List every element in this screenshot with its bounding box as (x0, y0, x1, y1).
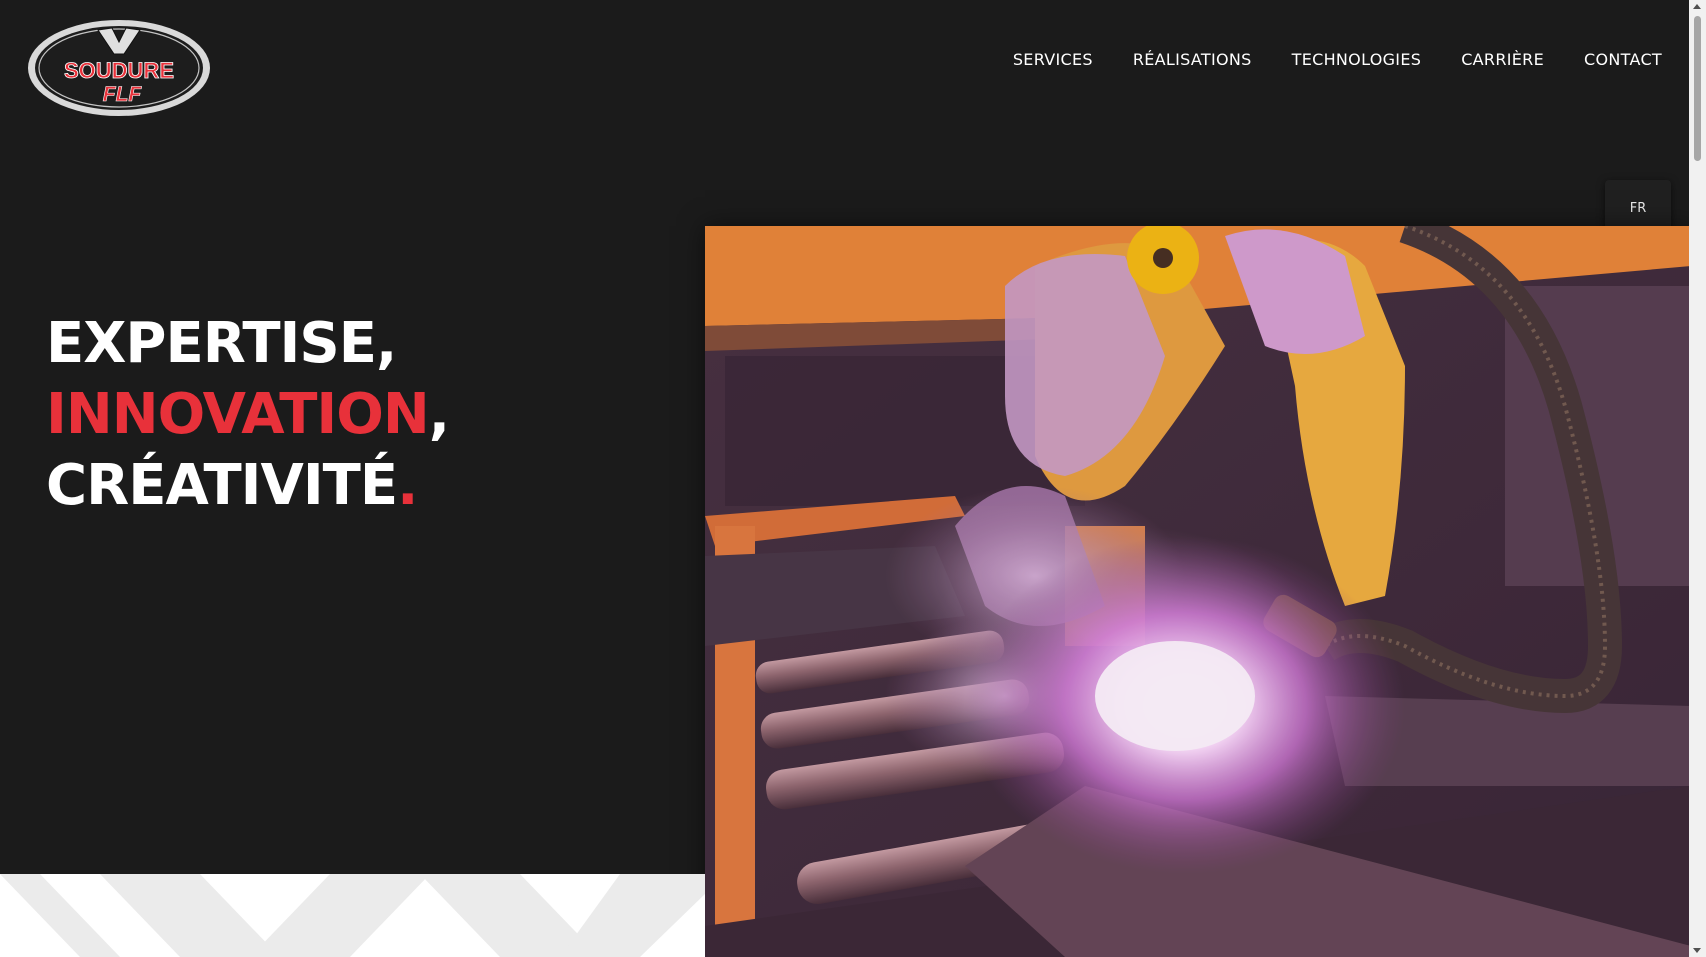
scrollbar-thumb[interactable] (1694, 16, 1701, 161)
language-label: FR (1629, 200, 1647, 216)
headline-word-expertise: EXPERTISE (46, 311, 377, 376)
headline-line-3: CRÉATIVITÉ. (46, 450, 449, 521)
page-scrollbar[interactable] (1689, 0, 1706, 957)
nav-contact[interactable]: CONTACT (1584, 50, 1662, 69)
headline-comma-2: , (428, 382, 450, 447)
headline-comma-1: , (375, 311, 397, 376)
headline-word-innovation: INNOVATION (46, 382, 430, 447)
headline-line-1: EXPERTISE, (46, 308, 449, 379)
nav-services[interactable]: SERVICES (1013, 50, 1093, 69)
main-nav: SERVICES RÉALISATIONS TECHNOLOGIES CARRI… (1013, 50, 1662, 69)
headline-word-creativite: CRÉATIVITÉ (46, 453, 398, 518)
logo-text-soudure: SOUDURE (64, 58, 174, 83)
decorative-stripe-pattern (0, 874, 705, 957)
nav-carriere[interactable]: CARRIÈRE (1461, 50, 1544, 69)
hero-headline: EXPERTISE, INNOVATION, CRÉATIVITÉ. (46, 308, 450, 521)
headline-line-2: INNOVATION, (46, 379, 450, 450)
hero-image-welding-robot (705, 226, 1691, 957)
nav-technologies[interactable]: TECHNOLOGIES (1292, 50, 1422, 69)
logo[interactable]: SOUDURE FLF (26, 18, 212, 118)
scroll-down-arrow-icon[interactable] (1693, 948, 1701, 953)
headline-period: . (397, 453, 418, 518)
scroll-up-arrow-icon[interactable] (1693, 4, 1701, 9)
nav-realisations[interactable]: RÉALISATIONS (1133, 50, 1252, 69)
logo-text-flf: FLF (103, 83, 143, 106)
